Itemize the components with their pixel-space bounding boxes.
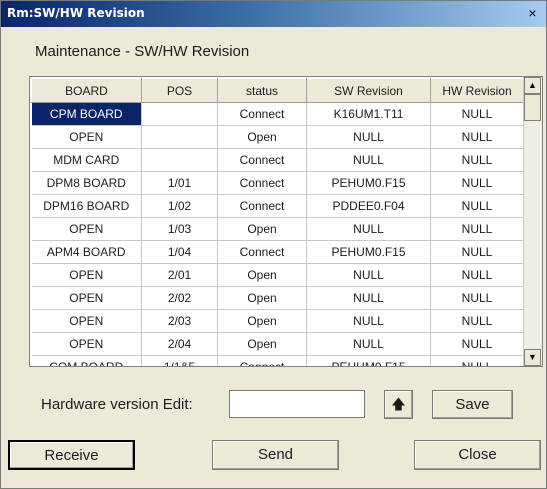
table-row[interactable]: OPEN 2/04 Open NULL NULL: [31, 332, 524, 356]
cell-status[interactable]: Open: [217, 263, 307, 287]
cell-status[interactable]: Connect: [217, 148, 307, 172]
table-row[interactable]: APM4 BOARD 1/04 Connect PEHUM0.F15 NULL: [31, 240, 524, 264]
cell-hw-revision[interactable]: NULL: [430, 148, 524, 172]
table-row[interactable]: COM BOARD 1/1&5 Connect PEHUM0.F15 NULL: [31, 355, 524, 366]
column-header-sw-revision[interactable]: SW Revision: [306, 78, 431, 103]
scroll-up-icon[interactable]: ▲: [524, 77, 541, 94]
column-header-board[interactable]: BOARD: [31, 78, 142, 103]
cell-sw-revision[interactable]: NULL: [306, 125, 431, 149]
table-row[interactable]: MDM CARD Connect NULL NULL: [31, 148, 524, 172]
cell-board[interactable]: OPEN: [31, 217, 142, 241]
hardware-version-label: Hardware version Edit:: [41, 396, 193, 413]
revision-table-container: BOARD POS status SW Revision HW Revision…: [29, 76, 543, 367]
table-row[interactable]: OPEN 2/03 Open NULL NULL: [31, 309, 524, 333]
column-header-pos[interactable]: POS: [141, 78, 218, 103]
cell-pos[interactable]: [141, 148, 218, 172]
cell-pos[interactable]: 1/01: [141, 171, 218, 195]
cell-status[interactable]: Open: [217, 286, 307, 310]
cell-hw-revision[interactable]: NULL: [430, 240, 524, 264]
cell-hw-revision[interactable]: NULL: [430, 286, 524, 310]
title-bar[interactable]: Rm:SW/HW Revision ×: [1, 1, 546, 27]
table-row[interactable]: OPEN Open NULL NULL: [31, 125, 524, 149]
cell-board[interactable]: OPEN: [31, 125, 142, 149]
close-button[interactable]: Close: [414, 440, 541, 470]
cell-hw-revision[interactable]: NULL: [430, 194, 524, 218]
scrollbar-thumb[interactable]: [524, 94, 541, 121]
cell-pos[interactable]: 1/02: [141, 194, 218, 218]
up-arrow-icon[interactable]: 🡅: [384, 390, 413, 419]
scroll-down-icon[interactable]: ▼: [524, 349, 541, 366]
cell-board[interactable]: DPM8 BOARD: [31, 171, 142, 195]
page-title: Maintenance - SW/HW Revision: [35, 43, 250, 60]
table-row[interactable]: OPEN 2/02 Open NULL NULL: [31, 286, 524, 310]
cell-board[interactable]: MDM CARD: [31, 148, 142, 172]
vertical-scrollbar[interactable]: ▲ ▼: [523, 77, 542, 366]
cell-hw-revision[interactable]: NULL: [430, 102, 524, 126]
cell-status[interactable]: Open: [217, 125, 307, 149]
cell-hw-revision[interactable]: NULL: [430, 355, 524, 366]
cell-sw-revision[interactable]: NULL: [306, 332, 431, 356]
revision-table: BOARD POS status SW Revision HW Revision…: [31, 78, 524, 366]
send-button[interactable]: Send: [212, 440, 339, 470]
cell-board[interactable]: OPEN: [31, 309, 142, 333]
cell-sw-revision[interactable]: PEHUM0.F15: [306, 355, 431, 366]
cell-status[interactable]: Open: [217, 332, 307, 356]
cell-status[interactable]: Connect: [217, 171, 307, 195]
cell-pos[interactable]: 1/03: [141, 217, 218, 241]
cell-board[interactable]: OPEN: [31, 332, 142, 356]
cell-sw-revision[interactable]: PEHUM0.F15: [306, 240, 431, 264]
receive-button[interactable]: Receive: [8, 440, 135, 470]
cell-hw-revision[interactable]: NULL: [430, 125, 524, 149]
cell-sw-revision[interactable]: PEHUM0.F15: [306, 171, 431, 195]
cell-status[interactable]: Connect: [217, 355, 307, 366]
cell-pos[interactable]: 2/02: [141, 286, 218, 310]
column-header-hw-revision[interactable]: HW Revision: [430, 78, 524, 103]
cell-status[interactable]: Connect: [217, 194, 307, 218]
cell-hw-revision[interactable]: NULL: [430, 171, 524, 195]
cell-sw-revision[interactable]: K16UM1.T11: [306, 102, 431, 126]
table-row[interactable]: OPEN 1/03 Open NULL NULL: [31, 217, 524, 241]
cell-sw-revision[interactable]: NULL: [306, 217, 431, 241]
cell-hw-revision[interactable]: NULL: [430, 217, 524, 241]
cell-status[interactable]: Connect: [217, 102, 307, 126]
cell-sw-revision[interactable]: NULL: [306, 148, 431, 172]
cell-hw-revision[interactable]: NULL: [430, 332, 524, 356]
cell-pos[interactable]: [141, 125, 218, 149]
cell-board[interactable]: APM4 BOARD: [31, 240, 142, 264]
cell-sw-revision[interactable]: NULL: [306, 263, 431, 287]
revision-window: Rm:SW/HW Revision × Maintenance - SW/HW …: [0, 0, 547, 489]
cell-pos[interactable]: 1/04: [141, 240, 218, 264]
table-row[interactable]: OPEN 2/01 Open NULL NULL: [31, 263, 524, 287]
cell-status[interactable]: Connect: [217, 240, 307, 264]
window-title: Rm:SW/HW Revision: [7, 6, 145, 20]
cell-board[interactable]: OPEN: [31, 263, 142, 287]
table-row[interactable]: CPM BOARD Connect K16UM1.T11 NULL: [31, 102, 524, 126]
table-header-row: BOARD POS status SW Revision HW Revision: [31, 78, 524, 103]
table-row[interactable]: DPM8 BOARD 1/01 Connect PEHUM0.F15 NULL: [31, 171, 524, 195]
cell-sw-revision[interactable]: PDDEE0.F04: [306, 194, 431, 218]
cell-status[interactable]: Open: [217, 309, 307, 333]
cell-sw-revision[interactable]: NULL: [306, 309, 431, 333]
cell-board[interactable]: DPM16 BOARD: [31, 194, 142, 218]
cell-board[interactable]: COM BOARD: [31, 355, 142, 366]
hardware-version-input[interactable]: [229, 390, 365, 418]
save-button[interactable]: Save: [432, 390, 513, 419]
cell-hw-revision[interactable]: NULL: [430, 263, 524, 287]
cell-sw-revision[interactable]: NULL: [306, 286, 431, 310]
column-header-status[interactable]: status: [217, 78, 307, 103]
cell-pos[interactable]: 2/01: [141, 263, 218, 287]
cell-pos[interactable]: 2/04: [141, 332, 218, 356]
table-row[interactable]: DPM16 BOARD 1/02 Connect PDDEE0.F04 NULL: [31, 194, 524, 218]
cell-status[interactable]: Open: [217, 217, 307, 241]
cell-pos[interactable]: 2/03: [141, 309, 218, 333]
cell-pos[interactable]: [141, 102, 218, 126]
cell-board[interactable]: OPEN: [31, 286, 142, 310]
cell-board[interactable]: CPM BOARD: [31, 102, 142, 126]
close-icon[interactable]: ×: [525, 6, 540, 21]
cell-pos[interactable]: 1/1&5: [141, 355, 218, 366]
cell-hw-revision[interactable]: NULL: [430, 309, 524, 333]
